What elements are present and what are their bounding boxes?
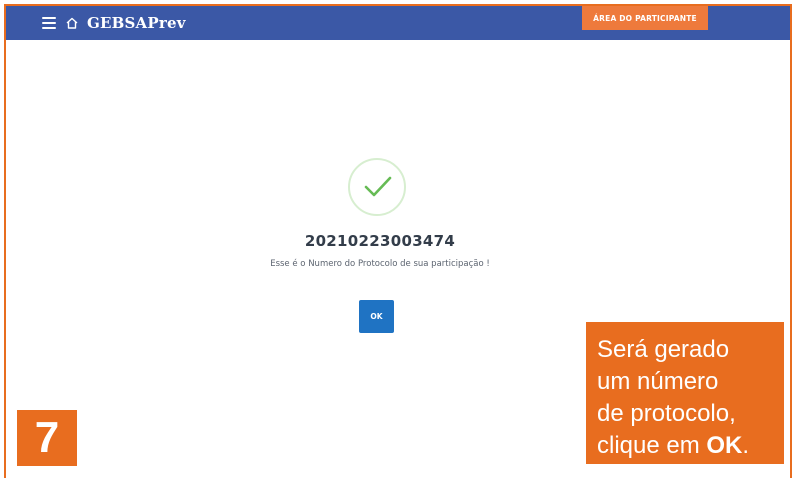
callout-line-1: Será gerado [597,336,730,363]
callout-line-3: de protocolo, [597,400,736,427]
callout-line-2: um número [597,368,719,395]
home-icon[interactable] [65,16,79,30]
brand-name[interactable]: GEBSAPrev [87,14,186,32]
callout-line-4-prefix: clique em [597,432,707,459]
callout-ok-emphasis: OK [706,432,743,459]
participant-area-button[interactable]: ÁREA DO PARTICIPANTE [582,6,708,30]
success-circle [348,158,406,216]
protocol-message: Esse é o Numero do Protocolo de sua part… [270,259,490,269]
protocol-number: 20210223003474 [304,232,456,250]
step-number-badge: 7 [17,410,77,466]
callout-line-4: clique em OK. [597,430,774,462]
hamburger-icon[interactable] [42,17,56,29]
checkmark-icon [364,176,392,197]
ok-button[interactable]: OK [359,300,394,333]
instruction-callout: Será gerado um número de protocolo, cliq… [586,322,784,464]
callout-line-4-suffix: . [742,432,750,459]
